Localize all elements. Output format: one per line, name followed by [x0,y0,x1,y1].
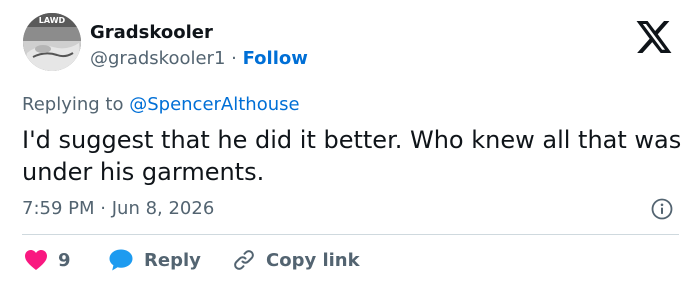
replying-prefix: Replying to [22,94,124,115]
reply-label: Reply [144,249,201,271]
info-icon[interactable] [651,198,673,220]
like-count: 9 [58,249,71,271]
tweet-text: I'd suggest that he did it better. Who k… [22,126,682,186]
copy-link-button[interactable]: Copy link [232,244,360,276]
tweet-time: 7:59 PM [22,198,95,219]
like-button[interactable]: 9 [24,244,71,276]
reply-mention-link[interactable]: @SpencerAlthouse [129,94,299,115]
avatar-badge-text: LAWD [39,16,66,25]
avatar-image: LAWD [23,13,81,71]
reply-button[interactable]: Reply [108,244,201,276]
tweet-date: Jun 8, 2026 [111,198,215,219]
speech-bubble-icon [109,249,133,271]
handle-separator: · [231,48,237,69]
follow-button[interactable]: Follow [243,48,308,69]
timestamp-separator: · [100,198,106,219]
display-name[interactable]: Gradskooler [90,22,213,43]
divider [22,234,679,235]
handle-line: @gradskooler1 · Follow [90,48,308,69]
timestamp[interactable]: 7:59 PM · Jun 8, 2026 [22,198,214,219]
author-handle[interactable]: @gradskooler1 [90,48,225,69]
x-logo-icon[interactable] [636,21,672,53]
heart-icon [25,250,47,270]
copy-link-label: Copy link [266,249,360,271]
link-icon [234,250,254,270]
avatar[interactable]: LAWD [23,13,81,71]
replying-to: Replying to @SpencerAlthouse [22,94,300,115]
